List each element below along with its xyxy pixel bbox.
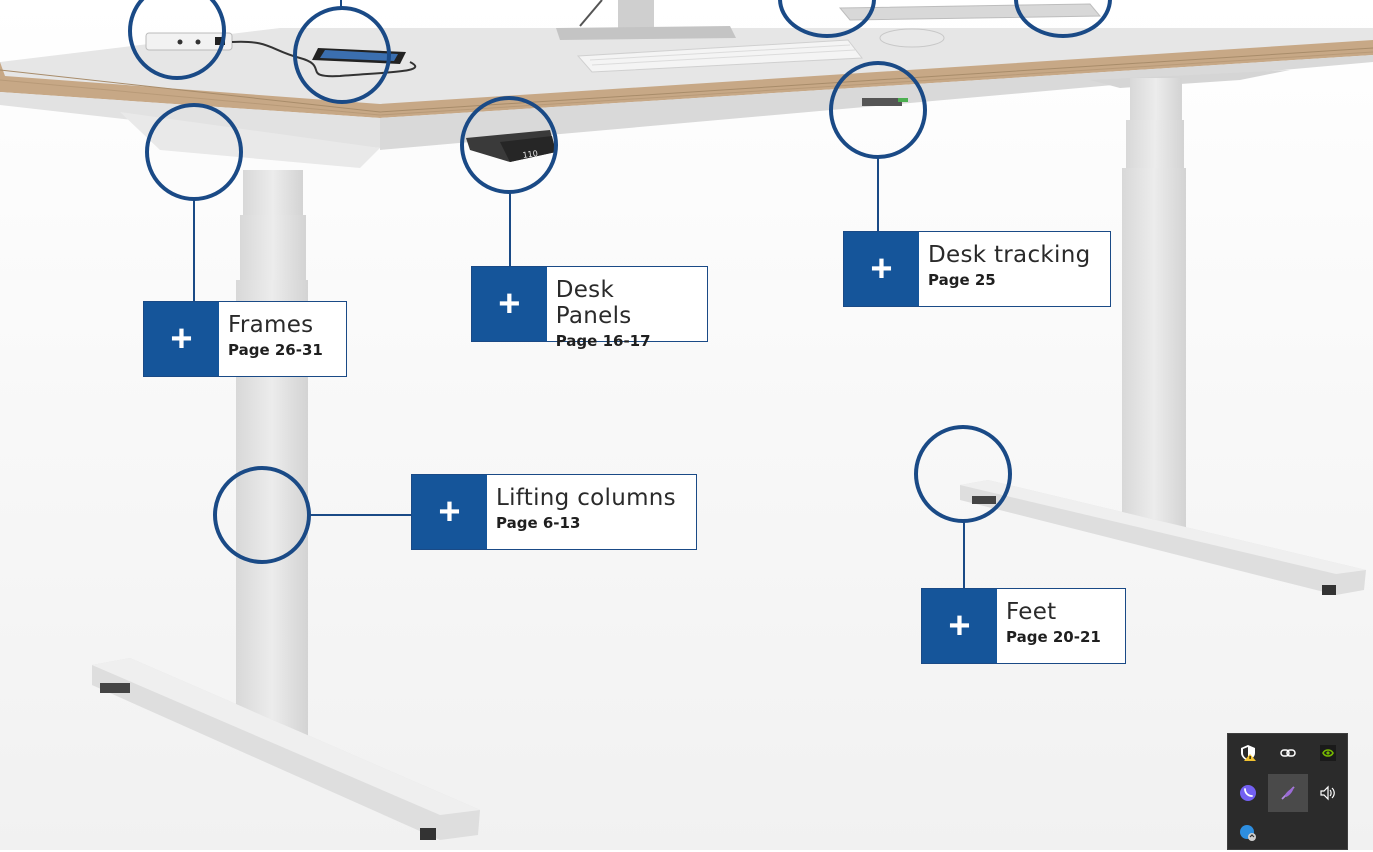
link-icon[interactable] (1268, 734, 1308, 772)
feet-callout[interactable]: + Feet Page 20-21 (921, 588, 1126, 664)
left-column-top (243, 170, 303, 215)
frames-circle (145, 103, 243, 201)
plus-icon[interactable]: + (412, 475, 487, 549)
viber-icon[interactable] (1228, 774, 1268, 812)
speaker-volume-icon[interactable] (1308, 774, 1348, 812)
plus-icon[interactable]: + (472, 267, 547, 341)
callout-page: Page 6-13 (496, 514, 581, 532)
callout-page: Page 16-17 (555, 332, 651, 350)
plus-icon[interactable]: + (844, 232, 919, 306)
system-tray-overflow (1227, 733, 1348, 850)
callout-title: Desk tracking (928, 242, 1091, 268)
feet-connector (963, 521, 965, 589)
lifting-columns-callout[interactable]: + Lifting columns Page 6-13 (411, 474, 697, 550)
lifting-columns-circle (213, 466, 311, 564)
nvidia-icon[interactable] (1308, 734, 1348, 772)
security-shield-warning-icon[interactable] (1228, 734, 1268, 772)
right-column-base (1122, 168, 1186, 530)
desk-tracking-connector (877, 157, 879, 232)
callout-page: Page 26-31 (228, 341, 323, 359)
right-column-top (1130, 78, 1182, 123)
feather-pen-icon[interactable] (1268, 774, 1308, 812)
callout-page: Page 20-21 (1006, 628, 1101, 646)
desk-tracking-callout[interactable]: + Desk tracking Page 25 (843, 231, 1111, 307)
phone-charger-connector (340, 0, 342, 8)
left-column-mid (240, 215, 306, 285)
frames-connector (193, 199, 195, 301)
right-column-mid (1126, 120, 1184, 170)
onedrive-sync-icon[interactable] (1228, 814, 1268, 852)
phone-charger-circle (293, 6, 391, 104)
desk-panels-callout[interactable]: + Desk Panels Page 16-17 (471, 266, 708, 350)
plus-icon[interactable]: + (922, 589, 997, 663)
frames-callout[interactable]: + Frames Page 26-31 (143, 301, 347, 377)
callout-title: Desk Panels (555, 277, 632, 329)
callout-title: Feet (1006, 599, 1057, 625)
callout-title: Frames (228, 312, 314, 338)
desk-panels-connector (509, 192, 511, 267)
feet-circle (914, 425, 1012, 523)
callout-title: Lifting columns (496, 485, 676, 511)
callout-page: Page 25 (928, 271, 996, 289)
desk-panels-circle (460, 96, 558, 194)
plus-icon[interactable]: + (144, 302, 219, 376)
desk-tracking-circle (829, 61, 927, 159)
lifting-columns-connector (309, 514, 413, 516)
